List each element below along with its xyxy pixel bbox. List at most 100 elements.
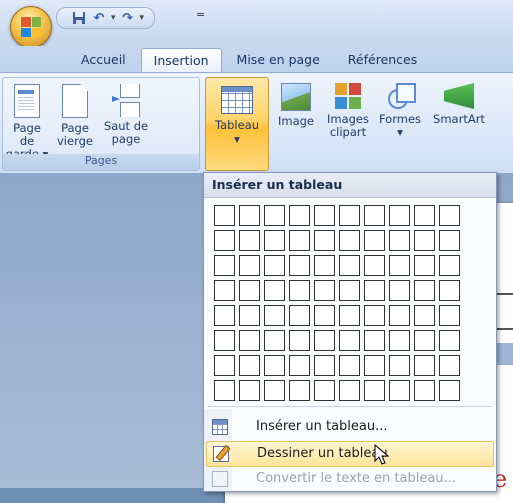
tab-mise-en-page[interactable]: Mise en page (224, 48, 333, 71)
grid-cell[interactable] (314, 280, 335, 301)
grid-cell[interactable] (214, 380, 235, 401)
grid-cell[interactable] (364, 380, 385, 401)
grid-cell[interactable] (214, 280, 235, 301)
table-button[interactable]: Tableau ▾ (205, 77, 269, 171)
grid-cell[interactable] (239, 380, 260, 401)
grid-cell[interactable] (239, 305, 260, 326)
grid-cell[interactable] (339, 230, 360, 251)
customize-toolbar-icon[interactable]: = (196, 8, 205, 21)
grid-cell[interactable] (414, 230, 435, 251)
tab-accueil[interactable]: Accueil (68, 48, 139, 71)
grid-cell[interactable] (364, 205, 385, 226)
grid-cell[interactable] (439, 380, 460, 401)
save-icon[interactable] (71, 10, 87, 26)
redo-icon[interactable]: ↷ (120, 10, 136, 26)
grid-cell[interactable] (214, 205, 235, 226)
shapes-button[interactable]: Formes ▾ (376, 83, 424, 139)
grid-cell[interactable] (264, 305, 285, 326)
grid-cell[interactable] (264, 380, 285, 401)
grid-cell[interactable] (339, 255, 360, 276)
grid-cell[interactable] (314, 355, 335, 376)
grid-cell[interactable] (364, 230, 385, 251)
grid-cell[interactable] (439, 230, 460, 251)
grid-cell[interactable] (314, 230, 335, 251)
grid-cell[interactable] (364, 255, 385, 276)
grid-cell[interactable] (289, 280, 310, 301)
grid-cell[interactable] (439, 330, 460, 351)
grid-cell[interactable] (214, 255, 235, 276)
grid-cell[interactable] (414, 305, 435, 326)
redo-dropdown-arrow-icon[interactable]: ▾ (140, 13, 145, 23)
grid-cell[interactable] (339, 380, 360, 401)
grid-cell[interactable] (264, 280, 285, 301)
page-break-button[interactable]: Saut de page (103, 84, 149, 146)
grid-cell[interactable] (339, 330, 360, 351)
grid-cell[interactable] (214, 305, 235, 326)
table-size-grid[interactable] (214, 205, 460, 401)
grid-cell[interactable] (264, 330, 285, 351)
grid-cell[interactable] (289, 305, 310, 326)
tab-references[interactable]: Références (335, 48, 430, 71)
grid-cell[interactable] (339, 205, 360, 226)
grid-cell[interactable] (364, 280, 385, 301)
grid-cell[interactable] (289, 330, 310, 351)
grid-cell[interactable] (314, 205, 335, 226)
grid-cell[interactable] (339, 305, 360, 326)
grid-cell[interactable] (239, 280, 260, 301)
tab-insertion[interactable]: Insertion (140, 48, 222, 73)
grid-cell[interactable] (239, 330, 260, 351)
image-button[interactable]: Image (272, 83, 320, 128)
grid-cell[interactable] (414, 380, 435, 401)
grid-cell[interactable] (389, 230, 410, 251)
grid-cell[interactable] (389, 205, 410, 226)
grid-cell[interactable] (239, 355, 260, 376)
grid-cell[interactable] (389, 305, 410, 326)
grid-cell[interactable] (414, 255, 435, 276)
convert-text-menu-item[interactable]: Convertir le texte en tableau... (206, 467, 492, 491)
grid-cell[interactable] (214, 330, 235, 351)
office-button[interactable] (10, 6, 52, 48)
grid-cell[interactable] (239, 205, 260, 226)
grid-cell[interactable] (439, 205, 460, 226)
grid-cell[interactable] (239, 230, 260, 251)
grid-cell[interactable] (439, 355, 460, 376)
grid-cell[interactable] (339, 355, 360, 376)
grid-cell[interactable] (364, 355, 385, 376)
grid-cell[interactable] (289, 230, 310, 251)
grid-cell[interactable] (389, 380, 410, 401)
grid-cell[interactable] (239, 255, 260, 276)
grid-cell[interactable] (414, 205, 435, 226)
grid-cell[interactable] (214, 230, 235, 251)
grid-cell[interactable] (289, 355, 310, 376)
grid-cell[interactable] (264, 205, 285, 226)
grid-cell[interactable] (289, 205, 310, 226)
grid-cell[interactable] (289, 380, 310, 401)
grid-cell[interactable] (314, 255, 335, 276)
cover-page-button[interactable]: Page de garde ▾ (5, 84, 49, 161)
clipart-button[interactable]: Images clipart (324, 83, 372, 139)
grid-cell[interactable] (439, 255, 460, 276)
grid-cell[interactable] (339, 280, 360, 301)
grid-cell[interactable] (414, 330, 435, 351)
grid-cell[interactable] (314, 380, 335, 401)
smartart-button[interactable]: SmartArt (430, 83, 488, 126)
grid-cell[interactable] (214, 355, 235, 376)
blank-page-button[interactable]: Page vierge (55, 84, 95, 148)
grid-cell[interactable] (364, 330, 385, 351)
grid-cell[interactable] (439, 305, 460, 326)
grid-cell[interactable] (414, 355, 435, 376)
grid-cell[interactable] (389, 280, 410, 301)
undo-icon[interactable]: ↶ (91, 10, 107, 26)
grid-cell[interactable] (364, 305, 385, 326)
grid-cell[interactable] (264, 255, 285, 276)
undo-dropdown-arrow-icon[interactable]: ▾ (111, 13, 116, 23)
grid-cell[interactable] (439, 280, 460, 301)
grid-cell[interactable] (264, 355, 285, 376)
grid-cell[interactable] (264, 230, 285, 251)
draw-table-menu-item[interactable]: Dessiner un tableau (206, 441, 494, 467)
grid-cell[interactable] (314, 330, 335, 351)
grid-cell[interactable] (389, 355, 410, 376)
grid-cell[interactable] (389, 255, 410, 276)
insert-table-menu-item[interactable]: Insérer un tableau... (206, 415, 492, 439)
grid-cell[interactable] (389, 330, 410, 351)
